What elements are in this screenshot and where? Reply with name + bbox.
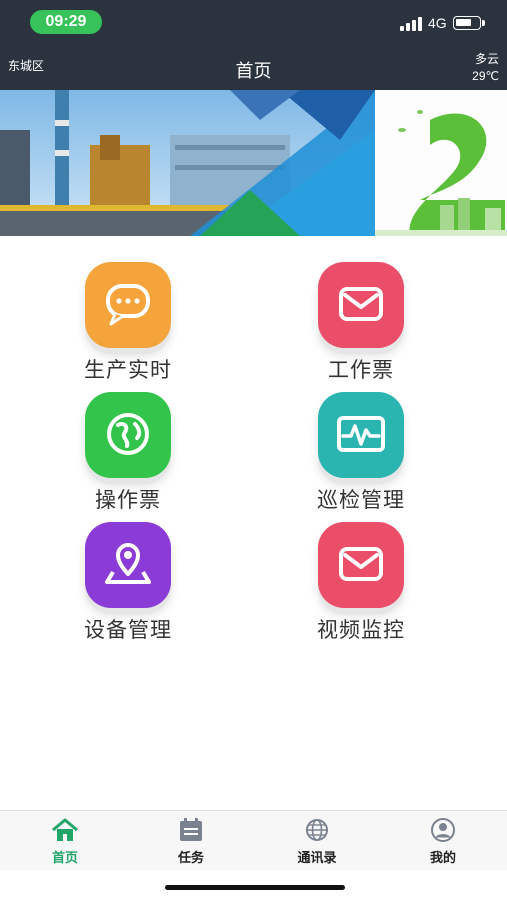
user-icon xyxy=(431,818,455,842)
envelope-icon xyxy=(318,522,404,608)
weather-condition: 多云 xyxy=(474,52,499,66)
nav-label: 首页 xyxy=(51,850,78,865)
signal-icon xyxy=(400,17,424,31)
grid-label: 视频监控 xyxy=(317,619,405,642)
globe-icon xyxy=(306,819,328,841)
nav-label: 通讯录 xyxy=(297,850,337,865)
heartbeat-monitor-icon xyxy=(318,392,404,478)
status-time: 09:29 xyxy=(30,10,102,34)
grid-label: 工作票 xyxy=(328,359,394,382)
battery-icon xyxy=(453,16,485,30)
location-pin-icon xyxy=(85,522,171,608)
nav-item-home[interactable]: 首页 xyxy=(2,817,128,869)
calendar-icon xyxy=(180,818,202,841)
nav-item-mine[interactable]: 我的 xyxy=(380,817,506,869)
nav-item-tasks[interactable]: 任务 xyxy=(128,817,254,869)
nav-item-contacts[interactable]: 通讯录 xyxy=(254,817,380,869)
home-indicator[interactable] xyxy=(165,885,345,890)
top-bar: 09:29 4G 东城区 首页 多云 29℃ xyxy=(0,0,507,90)
page-title: 首页 xyxy=(235,61,272,81)
grid-label: 设备管理 xyxy=(84,619,172,642)
grid-item-production-realtime[interactable]: 生产实时 xyxy=(28,262,228,392)
envelope-icon xyxy=(318,262,404,348)
weather-info: 多云 29℃ xyxy=(472,51,499,85)
chat-bubble-icon xyxy=(85,262,171,348)
nav-label: 任务 xyxy=(177,850,204,865)
grid-item-equipment-management[interactable]: 设备管理 xyxy=(28,522,228,652)
network-type: 4G xyxy=(428,15,447,31)
weather-temperature: 29℃ xyxy=(472,69,499,83)
banner-image[interactable] xyxy=(0,90,507,236)
globe-icon xyxy=(85,392,171,478)
banner-illustration xyxy=(0,90,507,236)
grid-label: 生产实时 xyxy=(84,359,172,382)
grid-item-video-surveillance[interactable]: 视频监控 xyxy=(261,522,461,652)
grid-label: 巡检管理 xyxy=(317,489,405,512)
bottom-nav: 首页 任务 通讯录 我的 xyxy=(0,810,507,870)
grid-item-inspection-management[interactable]: 巡检管理 xyxy=(261,392,461,522)
grid-item-work-ticket[interactable]: 工作票 xyxy=(261,262,461,392)
grid-item-operation-ticket[interactable]: 操作票 xyxy=(28,392,228,522)
grid-label: 操作票 xyxy=(95,489,161,512)
nav-label: 我的 xyxy=(429,850,456,865)
home-icon xyxy=(52,818,78,841)
